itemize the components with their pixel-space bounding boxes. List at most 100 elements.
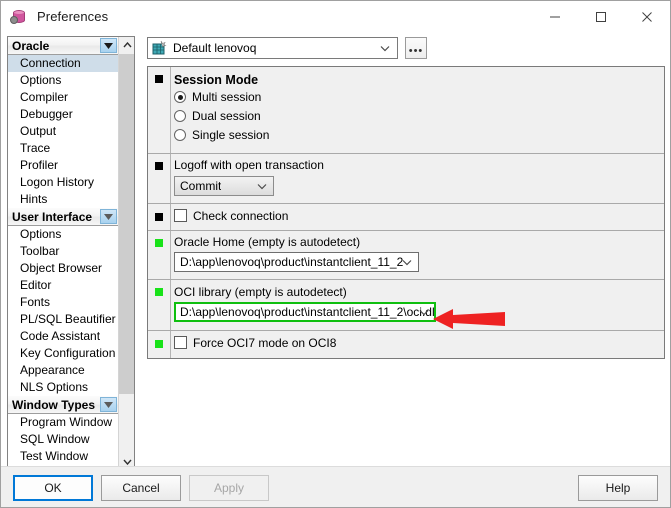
oci-library-value: D:\app\lenovoq\product\instantclient_11_…	[180, 305, 435, 319]
force-oci7-label: Force OCI7 mode on OCI8	[193, 335, 337, 350]
connection-settings-panel: Session Mode Multi session Dual session …	[147, 66, 665, 359]
sidebar-item-fonts[interactable]: Fonts	[8, 294, 118, 311]
sidebar-item-editor[interactable]: Editor	[8, 277, 118, 294]
section-logoff-transaction: Logoff with open transaction Commit	[148, 154, 664, 204]
section-marker	[155, 213, 163, 221]
oracle-home-value: D:\app\lenovoq\product\instantclient_11_…	[180, 255, 404, 269]
section-marker	[155, 239, 163, 247]
section-session-mode: Session Mode Multi session Dual session …	[148, 67, 664, 154]
cancel-button[interactable]: Cancel	[101, 475, 181, 501]
radio-icon[interactable]	[174, 110, 186, 122]
profile-more-button[interactable]: •••	[405, 37, 427, 59]
maximize-button[interactable]	[578, 1, 624, 32]
sidebar-item-hints[interactable]: Hints	[8, 191, 118, 208]
sidebar-item-appearance[interactable]: Appearance	[8, 362, 118, 379]
section-divider	[170, 280, 171, 330]
chevron-down-icon[interactable]	[401, 256, 413, 268]
tree-group-label: Window Types	[12, 397, 96, 412]
logoff-transaction-select[interactable]: Commit	[174, 176, 274, 196]
check-connection-row[interactable]: Check connection	[174, 204, 664, 224]
tree-group-window-types[interactable]: Window Types	[8, 396, 118, 414]
preferences-tree[interactable]: Oracle Connection Options Compiler Debug…	[7, 36, 135, 471]
sidebar-item-sql-window[interactable]: SQL Window	[8, 431, 118, 448]
profile-icon	[151, 40, 167, 56]
section-divider	[170, 154, 171, 203]
oci-library-combo[interactable]: D:\app\lenovoq\product\instantclient_11_…	[174, 302, 436, 322]
section-divider	[170, 231, 171, 279]
ok-button[interactable]: OK	[13, 475, 93, 501]
sidebar-item-plsql-beautifier[interactable]: PL/SQL Beautifier	[8, 311, 118, 328]
chevron-down-icon[interactable]	[100, 209, 117, 224]
section-label: Oracle Home (empty is autodetect)	[174, 235, 361, 249]
checkbox-icon[interactable]	[174, 336, 187, 349]
close-button[interactable]	[624, 1, 670, 32]
section-divider	[170, 67, 171, 153]
database-gear-icon	[10, 8, 28, 26]
title-bar: Preferences	[1, 1, 670, 32]
sidebar-item-object-browser[interactable]: Object Browser	[8, 260, 118, 277]
section-marker	[155, 162, 163, 170]
section-divider	[170, 204, 171, 230]
sidebar-item-logon-history[interactable]: Logon History	[8, 174, 118, 191]
sidebar-item-compiler[interactable]: Compiler	[8, 89, 118, 106]
sidebar-item-profiler[interactable]: Profiler	[8, 157, 118, 174]
section-divider	[170, 331, 171, 358]
window-controls	[532, 1, 670, 32]
section-oci-library: OCI library (empty is autodetect) D:\app…	[148, 280, 664, 331]
profile-combo[interactable]: Default lenovoq	[147, 37, 398, 59]
tree-group-oracle[interactable]: Oracle	[8, 37, 118, 55]
tree-scrollbar[interactable]	[118, 37, 134, 470]
scrollbar-thumb[interactable]	[119, 54, 134, 394]
section-marker	[155, 340, 163, 348]
checkbox-icon[interactable]	[174, 209, 187, 222]
oracle-home-combo[interactable]: D:\app\lenovoq\product\instantclient_11_…	[174, 252, 419, 272]
sidebar-item-test-window[interactable]: Test Window	[8, 448, 118, 465]
chevron-down-icon[interactable]	[100, 397, 117, 412]
section-label: Logoff with open transaction	[174, 158, 324, 172]
radio-label: Multi session	[192, 90, 262, 104]
dialog-button-bar: OK Cancel Apply Help	[1, 466, 670, 507]
check-connection-label: Check connection	[193, 208, 289, 223]
chevron-down-icon[interactable]	[256, 180, 268, 192]
radio-dual-session[interactable]: Dual session	[174, 107, 664, 125]
tree-group-label: Oracle	[12, 38, 50, 53]
scroll-up-icon[interactable]	[119, 37, 134, 53]
radio-single-session[interactable]: Single session	[174, 126, 664, 144]
sidebar-item-connection[interactable]: Connection	[8, 55, 118, 72]
sidebar-item-ui-options[interactable]: Options	[8, 226, 118, 243]
sidebar-item-key-configuration[interactable]: Key Configuration	[8, 345, 118, 362]
sidebar-item-output[interactable]: Output	[8, 123, 118, 140]
section-force-oci7: Force OCI7 mode on OCI8	[148, 331, 664, 358]
radio-label: Dual session	[192, 109, 261, 123]
radio-icon[interactable]	[174, 129, 186, 141]
sidebar-item-code-assistant[interactable]: Code Assistant	[8, 328, 118, 345]
force-oci7-row[interactable]: Force OCI7 mode on OCI8	[174, 331, 664, 351]
section-check-connection: Check connection	[148, 204, 664, 231]
tree-items: Oracle Connection Options Compiler Debug…	[8, 37, 118, 470]
help-button[interactable]: Help	[578, 475, 658, 501]
preferences-window: Preferences Oracle Connection Options Co…	[0, 0, 671, 508]
sidebar-item-debugger[interactable]: Debugger	[8, 106, 118, 123]
logoff-transaction-value: Commit	[180, 179, 222, 193]
sidebar-item-toolbar[interactable]: Toolbar	[8, 243, 118, 260]
sidebar-item-program-window[interactable]: Program Window	[8, 414, 118, 431]
tree-group-user-interface[interactable]: User Interface	[8, 208, 118, 226]
tree-group-label: User Interface	[12, 209, 93, 224]
window-title: Preferences	[37, 9, 109, 24]
sidebar-item-options[interactable]: Options	[8, 72, 118, 89]
radio-label: Single session	[192, 128, 270, 142]
chevron-down-icon[interactable]	[379, 42, 391, 54]
chevron-down-icon[interactable]	[100, 38, 117, 53]
chevron-down-icon[interactable]	[418, 306, 430, 318]
minimize-button[interactable]	[532, 1, 578, 32]
section-marker	[155, 75, 163, 83]
radio-multi-session[interactable]: Multi session	[174, 88, 664, 106]
section-oracle-home: Oracle Home (empty is autodetect) D:\app…	[148, 231, 664, 280]
section-marker	[155, 288, 163, 296]
section-label: OCI library (empty is autodetect)	[174, 285, 347, 299]
profile-combo-value: Default lenovoq	[173, 41, 257, 55]
section-title: Session Mode	[174, 73, 259, 87]
radio-icon[interactable]	[174, 91, 186, 103]
sidebar-item-trace[interactable]: Trace	[8, 140, 118, 157]
sidebar-item-nls-options[interactable]: NLS Options	[8, 379, 118, 396]
